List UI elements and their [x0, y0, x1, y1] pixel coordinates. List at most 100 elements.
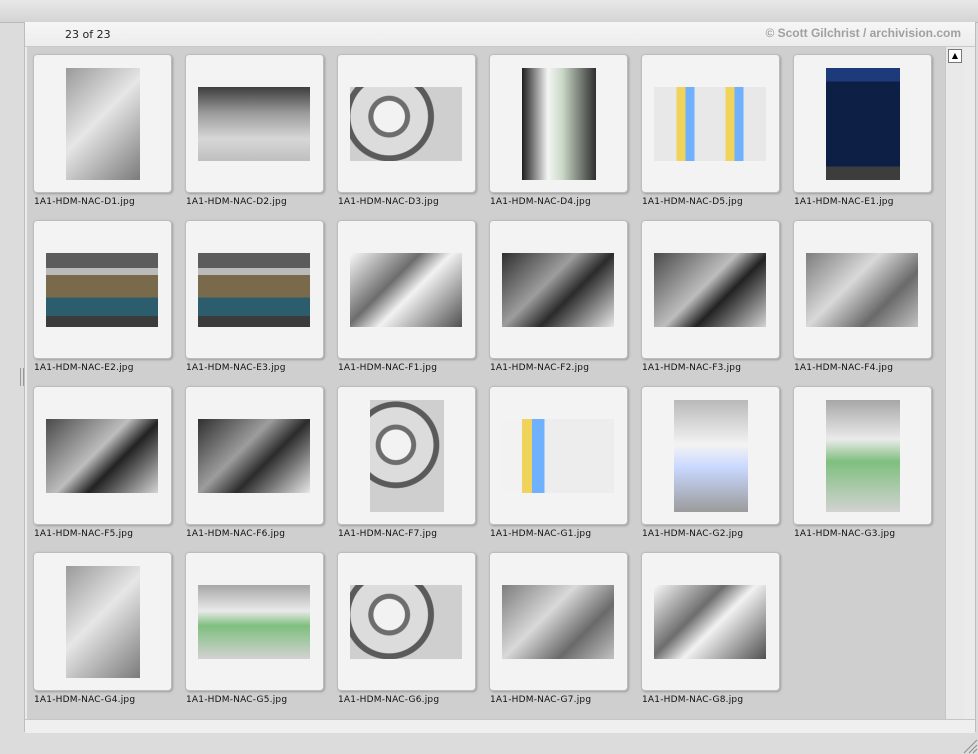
thumbnail-frame[interactable] [337, 220, 476, 359]
thumbnail-frame[interactable] [489, 54, 628, 193]
thumbnail-cell[interactable]: 1A1-HDM-NAC-E3.jpg [179, 213, 331, 379]
photo-icon [350, 87, 462, 161]
thumbnail-label: 1A1-HDM-NAC-F5.jpg [34, 529, 134, 539]
thumbnail-frame[interactable] [185, 386, 324, 525]
thumbnail-frame[interactable] [337, 552, 476, 691]
thumbnail-frame[interactable] [33, 220, 172, 359]
thumbnail-cell[interactable]: 1A1-HDM-NAC-F6.jpg [179, 379, 331, 545]
photo-icon [198, 585, 310, 659]
photo-icon [502, 253, 614, 327]
photo-icon [46, 253, 158, 327]
bottom-status-bar [25, 719, 975, 733]
photo-icon [674, 400, 748, 512]
thumbnail-frame[interactable] [337, 386, 476, 525]
vertical-scrollbar[interactable]: ▲ [945, 47, 964, 719]
thumbnail-frame[interactable] [793, 386, 932, 525]
thumbnail-label: 1A1-HDM-NAC-G8.jpg [642, 695, 744, 705]
thumbnail-frame[interactable] [33, 386, 172, 525]
photo-icon [502, 419, 614, 493]
thumbnail-cell[interactable]: 1A1-HDM-NAC-G5.jpg [179, 545, 331, 711]
thumbnail-label: 1A1-HDM-NAC-G7.jpg [490, 695, 592, 705]
thumbnail-cell[interactable]: 1A1-HDM-NAC-G3.jpg [787, 379, 939, 545]
photo-icon [66, 566, 140, 678]
thumbnail-cell[interactable]: 1A1-HDM-NAC-F5.jpg [27, 379, 179, 545]
scroll-up-arrow-icon[interactable]: ▲ [948, 49, 962, 63]
thumbnail-cell[interactable]: 1A1-HDM-NAC-G4.jpg [27, 545, 179, 711]
thumbnail-grid: 1A1-HDM-NAC-D1.jpg 1A1-HDM-NAC-D2.jpg 1A… [27, 47, 945, 719]
thumbnail-label: 1A1-HDM-NAC-F3.jpg [642, 363, 742, 373]
thumbnail-frame[interactable] [793, 220, 932, 359]
photo-icon [522, 68, 596, 180]
thumbnail-label: 1A1-HDM-NAC-G2.jpg [642, 529, 744, 539]
thumbnail-cell[interactable]: 1A1-HDM-NAC-D4.jpg [483, 47, 635, 213]
thumbnail-frame[interactable] [337, 54, 476, 193]
thumbnail-frame[interactable] [641, 552, 780, 691]
photo-icon [654, 253, 766, 327]
thumbnail-label: 1A1-HDM-NAC-F6.jpg [186, 529, 286, 539]
photo-icon [370, 400, 444, 512]
photo-icon [198, 253, 310, 327]
thumbnail-cell[interactable]: 1A1-HDM-NAC-G6.jpg [331, 545, 483, 711]
thumbnail-frame[interactable] [33, 54, 172, 193]
thumbnail-label: 1A1-HDM-NAC-E3.jpg [186, 363, 286, 373]
photo-icon [350, 585, 462, 659]
thumbnail-cell[interactable]: 1A1-HDM-NAC-G1.jpg [483, 379, 635, 545]
photo-icon [826, 400, 900, 512]
photo-icon [350, 253, 462, 327]
thumbnail-cell[interactable]: 1A1-HDM-NAC-D3.jpg [331, 47, 483, 213]
thumbnail-frame[interactable] [641, 386, 780, 525]
photo-icon [66, 68, 140, 180]
top-menu-bar [0, 0, 978, 23]
thumbnail-label: 1A1-HDM-NAC-G4.jpg [34, 695, 136, 705]
thumbnail-frame[interactable] [185, 552, 324, 691]
thumbnail-cell[interactable]: 1A1-HDM-NAC-D1.jpg [27, 47, 179, 213]
thumbnail-browser-window: 23 of 23 © Scott Gilchrist / archivision… [24, 22, 976, 733]
thumbnail-label: 1A1-HDM-NAC-F2.jpg [490, 363, 590, 373]
thumbnail-cell[interactable]: 1A1-HDM-NAC-F2.jpg [483, 213, 635, 379]
thumbnail-frame[interactable] [185, 220, 324, 359]
photo-icon [654, 87, 766, 161]
thumbnail-cell[interactable]: 1A1-HDM-NAC-G7.jpg [483, 545, 635, 711]
thumbnail-frame[interactable] [489, 552, 628, 691]
thumbnail-cell[interactable]: 1A1-HDM-NAC-D2.jpg [179, 47, 331, 213]
photo-icon [198, 87, 310, 161]
thumbnail-frame[interactable] [185, 54, 324, 193]
thumbnail-label: 1A1-HDM-NAC-E2.jpg [34, 363, 134, 373]
thumbnail-cell[interactable]: 1A1-HDM-NAC-F3.jpg [635, 213, 787, 379]
thumbnail-frame[interactable] [641, 54, 780, 193]
thumbnail-cell[interactable]: 1A1-HDM-NAC-G8.jpg [635, 545, 787, 711]
browser-header: 23 of 23 © Scott Gilchrist / archivision… [25, 22, 975, 47]
thumbnail-cell[interactable]: 1A1-HDM-NAC-G2.jpg [635, 379, 787, 545]
photo-icon [198, 419, 310, 493]
thumbnail-label: 1A1-HDM-NAC-F1.jpg [338, 363, 438, 373]
thumbnail-cell[interactable]: 1A1-HDM-NAC-F1.jpg [331, 213, 483, 379]
photo-icon [46, 419, 158, 493]
photo-icon [806, 253, 918, 327]
thumbnail-label: 1A1-HDM-NAC-G5.jpg [186, 695, 288, 705]
photo-icon [826, 68, 900, 180]
thumbnail-label: 1A1-HDM-NAC-D1.jpg [34, 197, 135, 207]
thumbnail-frame[interactable] [793, 54, 932, 193]
thumbnail-label: 1A1-HDM-NAC-F4.jpg [794, 363, 894, 373]
thumbnail-cell[interactable]: 1A1-HDM-NAC-E2.jpg [27, 213, 179, 379]
copyright-credit: © Scott Gilchrist / archivision.com [765, 26, 961, 40]
thumbnail-cell[interactable]: 1A1-HDM-NAC-E1.jpg [787, 47, 939, 213]
thumbnail-frame[interactable] [33, 552, 172, 691]
thumbnail-label: 1A1-HDM-NAC-D5.jpg [642, 197, 743, 207]
resize-grip-icon[interactable] [960, 736, 978, 754]
thumbnail-cell[interactable]: 1A1-HDM-NAC-F7.jpg [331, 379, 483, 545]
thumbnail-label: 1A1-HDM-NAC-D4.jpg [490, 197, 591, 207]
thumbnail-cell[interactable]: 1A1-HDM-NAC-D5.jpg [635, 47, 787, 213]
photo-icon [654, 585, 766, 659]
item-count: 23 of 23 [65, 28, 111, 41]
thumbnail-label: 1A1-HDM-NAC-G6.jpg [338, 695, 440, 705]
thumbnail-label: 1A1-HDM-NAC-G3.jpg [794, 529, 896, 539]
photo-icon [502, 585, 614, 659]
thumbnail-frame[interactable] [489, 386, 628, 525]
thumbnail-cell[interactable]: 1A1-HDM-NAC-F4.jpg [787, 213, 939, 379]
thumbnail-label: 1A1-HDM-NAC-F7.jpg [338, 529, 438, 539]
thumbnail-label: 1A1-HDM-NAC-E1.jpg [794, 197, 894, 207]
thumbnail-label: 1A1-HDM-NAC-D2.jpg [186, 197, 287, 207]
thumbnail-frame[interactable] [641, 220, 780, 359]
thumbnail-frame[interactable] [489, 220, 628, 359]
